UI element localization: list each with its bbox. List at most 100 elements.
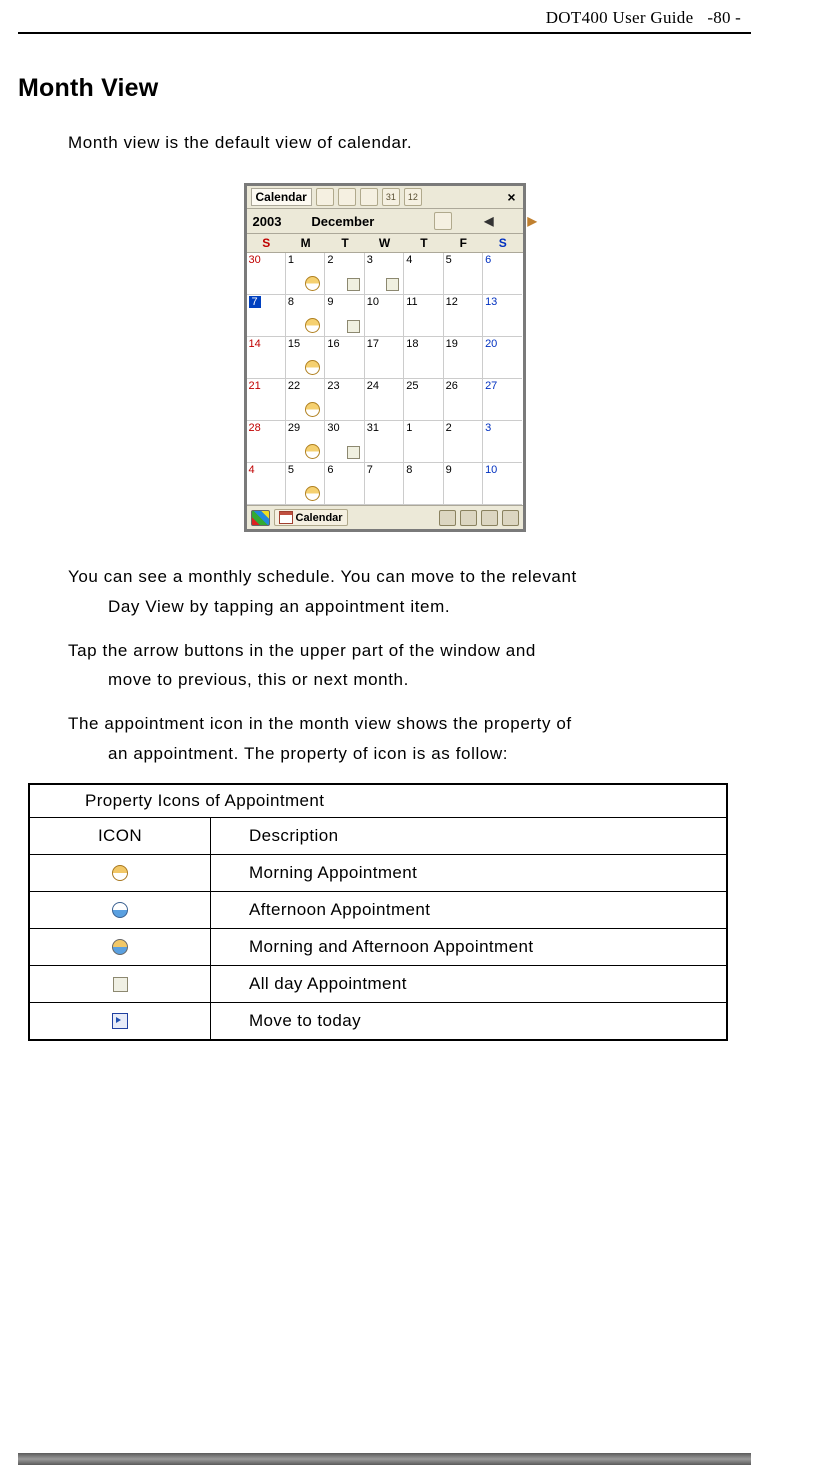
day-number: 10 [367,296,379,308]
morning-appointment-icon [305,360,320,375]
table-cell-description: All day Appointment [211,965,728,1002]
calendar-day-cell[interactable]: 31 [365,421,404,463]
day-number: 22 [288,380,300,392]
day-number: 2 [446,422,452,434]
calendar-day-cell[interactable]: 29 [286,421,325,463]
day-number: 29 [288,422,300,434]
tray-icon-2[interactable] [460,510,477,526]
toolbar-icon-2[interactable] [338,188,356,206]
afternoon-appointment-icon [112,902,128,918]
calendar-day-cell[interactable]: 22 [286,379,325,421]
calendar-day-cell[interactable]: 10 [365,295,404,337]
tray-icon-3[interactable] [481,510,498,526]
page-header: DOT400 User Guide -80 - [18,8,751,32]
calendar-day-cell[interactable]: 25 [404,379,443,421]
calendar-day-cell[interactable]: 7 [247,295,286,337]
calendar-day-cell[interactable]: 6 [325,463,364,505]
header-divider [18,32,751,34]
calendar-mini-icon [279,511,293,524]
app-statusbar: Calendar [247,505,523,529]
calendar-day-cell[interactable]: 11 [404,295,443,337]
day-number: 26 [446,380,458,392]
weekday-label: W [365,234,404,252]
table-header-description: Description [211,817,728,854]
weekday-label: M [286,234,325,252]
calendar-day-cell[interactable]: 26 [444,379,483,421]
table-caption: Property Icons of Appointment [29,784,727,818]
prev-month-arrow-icon[interactable]: ◀ [482,214,495,228]
table-row: All day Appointment [29,965,727,1002]
calendar-day-cell[interactable]: 4 [247,463,286,505]
day-number: 17 [367,338,379,350]
calendar-day-cell[interactable]: 8 [286,295,325,337]
toolbar-icon-4[interactable]: 31 [382,188,400,206]
table-header-icon: ICON [29,817,211,854]
calendar-day-cell[interactable]: 30 [325,421,364,463]
calendar-day-cell[interactable]: 1 [404,421,443,463]
calendar-day-cell[interactable]: 30 [247,253,286,295]
day-number: 25 [406,380,418,392]
toolbar-icon-3[interactable] [360,188,378,206]
calendar-day-cell[interactable]: 6 [483,253,522,295]
day-number: 24 [367,380,379,392]
month-label: December [311,214,374,229]
calendar-day-cell[interactable]: 1 [286,253,325,295]
calendar-day-cell[interactable]: 9 [325,295,364,337]
calendar-day-cell[interactable]: 14 [247,337,286,379]
calendar-day-cell[interactable]: 12 [444,295,483,337]
calendar-day-cell[interactable]: 27 [483,379,522,421]
calendar-day-cell[interactable]: 18 [404,337,443,379]
calendar-day-cell[interactable]: 23 [325,379,364,421]
day-number: 7 [249,296,261,308]
tray-icon-4[interactable] [502,510,519,526]
app-titlebar: Calendar 31 12 × [247,186,523,209]
calendar-app-window: Calendar 31 12 × 2003 December ◀ ▶ SMTWT… [244,183,526,532]
start-menu-icon[interactable] [251,510,270,526]
day-number: 21 [249,380,261,392]
p1-line2: Day View by tapping an appointment item. [68,592,751,622]
calendar-day-cell[interactable]: 20 [483,337,522,379]
calendar-day-cell[interactable]: 24 [365,379,404,421]
calendar-day-cell[interactable]: 10 [483,463,522,505]
calendar-day-cell[interactable]: 28 [247,421,286,463]
calendar-tab[interactable]: Calendar [251,188,312,206]
calendar-day-cell[interactable]: 3 [483,421,522,463]
calendar-day-cell[interactable]: 7 [365,463,404,505]
goto-today-icon[interactable] [434,212,452,230]
calendar-day-cell[interactable]: 4 [404,253,443,295]
taskbar-calendar-button[interactable]: Calendar [274,509,348,526]
calendar-day-cell[interactable]: 15 [286,337,325,379]
close-icon[interactable]: × [504,189,518,205]
day-number: 16 [327,338,339,350]
day-number: 18 [406,338,418,350]
toolbar-icon-1[interactable] [316,188,334,206]
calendar-day-cell[interactable]: 13 [483,295,522,337]
calendar-day-cell[interactable]: 2 [325,253,364,295]
day-number: 30 [249,254,261,266]
weekday-label: F [444,234,483,252]
toolbar-icon-5[interactable]: 12 [404,188,422,206]
calendar-day-cell[interactable]: 19 [444,337,483,379]
calendar-day-cell[interactable]: 2 [444,421,483,463]
calendar-day-cell[interactable]: 21 [247,379,286,421]
day-number: 8 [406,464,412,476]
calendar-day-cell[interactable]: 17 [365,337,404,379]
next-month-arrow-icon[interactable]: ▶ [526,214,539,228]
table-cell-description: Afternoon Appointment [211,891,728,928]
calendar-day-cell[interactable]: 5 [444,253,483,295]
calendar-day-cell[interactable]: 8 [404,463,443,505]
allday-appointment-icon [347,278,360,291]
table-cell-icon [29,965,211,1002]
page: DOT400 User Guide -80 - Month View Month… [0,0,831,1483]
day-number: 5 [446,254,452,266]
day-number: 4 [249,464,255,476]
calendar-day-cell[interactable]: 3 [365,253,404,295]
calendar-day-cell[interactable]: 5 [286,463,325,505]
allday-appointment-icon [347,320,360,333]
calendar-day-cell[interactable]: 9 [444,463,483,505]
allday-appointment-icon [113,977,128,992]
calendar-day-cell[interactable]: 16 [325,337,364,379]
tray-icon-1[interactable] [439,510,456,526]
day-number: 30 [327,422,339,434]
screenshot-container: Calendar 31 12 × 2003 December ◀ ▶ SMTWT… [18,183,751,532]
